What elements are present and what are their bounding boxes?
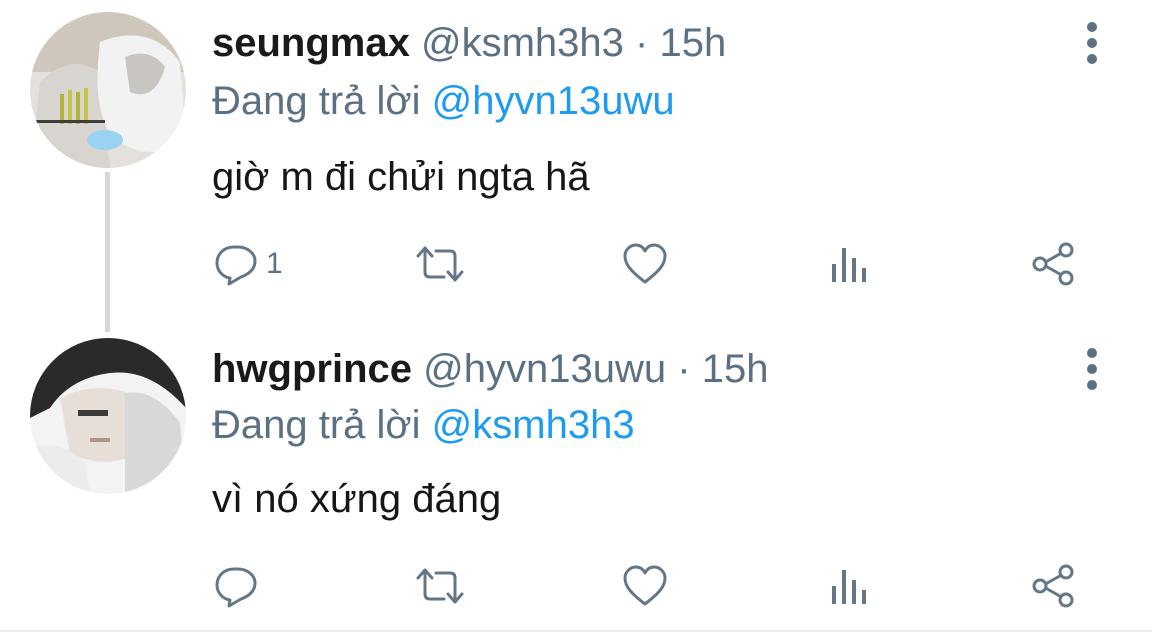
analytics-icon bbox=[832, 570, 866, 604]
display-name[interactable]: seungmax bbox=[212, 21, 410, 65]
timestamp[interactable]: 15h bbox=[702, 347, 769, 391]
reply-icon bbox=[215, 245, 257, 286]
replying-to: Đang trả lời @hyvn13uwu bbox=[212, 74, 675, 128]
retweet-button[interactable] bbox=[412, 238, 468, 290]
more-options-button[interactable] bbox=[1080, 20, 1104, 66]
reply-button[interactable]: 1 bbox=[214, 238, 283, 290]
replying-to-label: Đang trả lời bbox=[212, 403, 421, 447]
share-icon bbox=[1032, 564, 1074, 608]
user-handle[interactable]: @hyvn13uwu bbox=[423, 347, 666, 391]
retweet-icon bbox=[416, 246, 464, 282]
avatar[interactable] bbox=[30, 12, 186, 168]
like-button[interactable] bbox=[622, 560, 668, 612]
tweet[interactable]: hwgprince @hyvn13uwu · 15h Đang trả lời … bbox=[0, 328, 1152, 628]
separator: · bbox=[677, 347, 691, 391]
user-handle[interactable]: @ksmh3h3 bbox=[421, 21, 624, 65]
tweet-text: giờ m đi chửi ngta hã bbox=[212, 155, 590, 199]
replying-to: Đang trả lời @ksmh3h3 bbox=[212, 398, 635, 452]
tweet-header: hwgprince @hyvn13uwu · 15h bbox=[212, 342, 768, 396]
retweet-button[interactable] bbox=[412, 560, 468, 612]
reply-icon bbox=[215, 567, 257, 608]
share-button[interactable] bbox=[1030, 238, 1078, 290]
retweet-icon bbox=[416, 568, 464, 604]
analytics-icon bbox=[832, 248, 866, 282]
tweet-text: vì nó xứng đáng bbox=[212, 477, 502, 521]
share-button[interactable] bbox=[1030, 560, 1078, 612]
divider bbox=[0, 630, 1152, 632]
action-bar bbox=[0, 560, 1152, 612]
replying-to-label: Đang trả lời bbox=[212, 79, 421, 123]
mention-link[interactable]: @ksmh3h3 bbox=[432, 403, 635, 447]
like-button[interactable] bbox=[622, 238, 668, 290]
separator: · bbox=[635, 21, 649, 65]
action-bar: 1 bbox=[0, 238, 1152, 290]
tweet[interactable]: seungmax @ksmh3h3 · 15h Đang trả lời @hy… bbox=[0, 0, 1152, 332]
reply-count: 1 bbox=[266, 247, 283, 280]
views-button[interactable] bbox=[830, 238, 870, 290]
views-button[interactable] bbox=[830, 560, 870, 612]
display-name[interactable]: hwgprince bbox=[212, 347, 412, 391]
timestamp[interactable]: 15h bbox=[659, 21, 726, 65]
more-vertical-icon bbox=[1087, 348, 1097, 390]
tweet-header: seungmax @ksmh3h3 · 15h bbox=[212, 16, 726, 70]
heart-icon bbox=[623, 243, 667, 284]
more-options-button[interactable] bbox=[1080, 346, 1104, 392]
share-icon bbox=[1032, 242, 1074, 286]
more-vertical-icon bbox=[1087, 22, 1097, 64]
avatar[interactable] bbox=[30, 338, 186, 494]
reply-button[interactable] bbox=[214, 560, 266, 612]
heart-icon bbox=[623, 565, 667, 606]
mention-link[interactable]: @hyvn13uwu bbox=[432, 79, 675, 123]
